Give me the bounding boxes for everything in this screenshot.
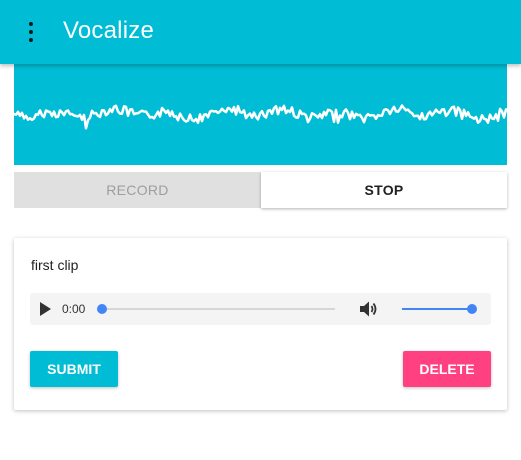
- app-title: Vocalize: [63, 17, 154, 44]
- progress-slider[interactable]: [97, 304, 335, 314]
- record-button[interactable]: RECORD: [14, 172, 261, 208]
- audio-player: 0:00: [30, 293, 491, 325]
- volume-slider[interactable]: [402, 304, 477, 314]
- waveform: [14, 104, 507, 130]
- more-vert-icon[interactable]: [22, 22, 40, 42]
- clip-name: first clip: [31, 257, 79, 273]
- volume-up-icon[interactable]: [358, 300, 378, 318]
- app-bar: Vocalize: [0, 0, 521, 64]
- record-controls: RECORD STOP: [14, 172, 507, 208]
- audio-visualizer: [14, 64, 507, 165]
- waveform-line: [14, 104, 507, 130]
- stop-button[interactable]: STOP: [261, 172, 507, 208]
- clip-card: first clip 0:00 SUBMIT DELETE: [14, 238, 507, 410]
- progress-thumb[interactable]: [97, 304, 107, 314]
- volume-fill: [402, 308, 472, 310]
- delete-button[interactable]: DELETE: [403, 351, 491, 387]
- time-display: 0:00: [62, 302, 86, 316]
- volume-thumb[interactable]: [467, 304, 477, 314]
- submit-button[interactable]: SUBMIT: [30, 351, 118, 387]
- play-icon[interactable]: [40, 302, 51, 316]
